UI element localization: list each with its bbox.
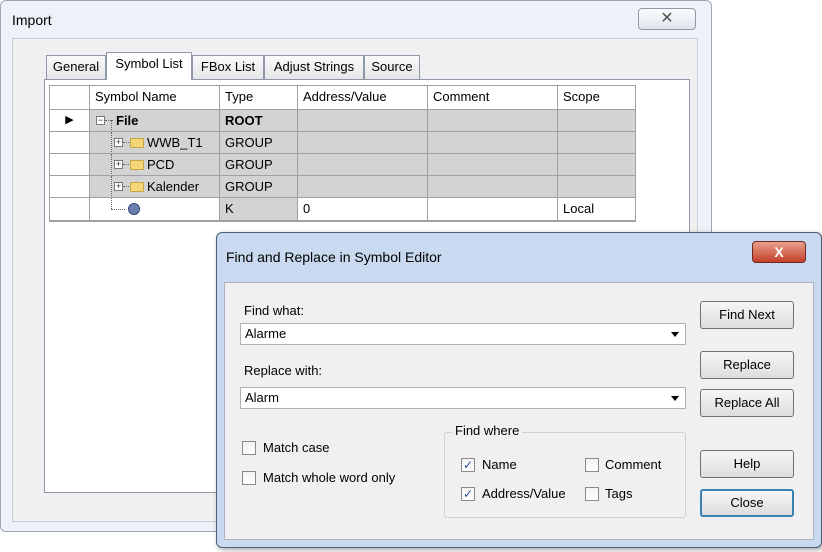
- symbol-comment[interactable]: [428, 154, 558, 176]
- address-value-checkbox[interactable]: ✓: [461, 487, 475, 501]
- symbol-scope[interactable]: [558, 110, 636, 132]
- collapse-icon[interactable]: −: [96, 116, 105, 125]
- match-whole-word-checkbox[interactable]: [242, 471, 256, 485]
- symbol-scope[interactable]: [558, 132, 636, 154]
- symbol-comment[interactable]: [428, 110, 558, 132]
- row-header: [50, 198, 90, 221]
- row-header: [50, 154, 90, 176]
- symbol-name: Kalender: [147, 179, 200, 194]
- column-header-address-value[interactable]: Address/Value: [298, 86, 428, 110]
- folder-icon: [130, 160, 144, 170]
- import-close-button[interactable]: ✕: [638, 8, 696, 30]
- dropdown-arrow-icon[interactable]: [671, 332, 679, 337]
- tags-checkbox-label[interactable]: Tags: [605, 486, 632, 501]
- symbol-name: File: [116, 113, 139, 128]
- column-header-symbol-name[interactable]: Symbol Name: [90, 86, 220, 110]
- row-header: [50, 176, 90, 198]
- find-what-combobox[interactable]: Alarme: [240, 323, 686, 345]
- symbol-comment[interactable]: [428, 132, 558, 154]
- folder-icon: [130, 138, 144, 148]
- tab-fbox-list[interactable]: FBox List: [192, 55, 264, 79]
- symbol-name: PCD: [147, 157, 175, 172]
- replace-with-value: Alarm: [245, 390, 279, 405]
- table-row[interactable]: + WWB_T1: [90, 132, 220, 154]
- symbol-type[interactable]: K: [220, 198, 298, 221]
- match-whole-word-label[interactable]: Match whole word only: [263, 470, 395, 485]
- table-row[interactable]: [90, 198, 220, 221]
- import-window-title: Import: [12, 12, 52, 28]
- constant-symbol-icon: [128, 203, 140, 215]
- find-where-group: [444, 432, 686, 518]
- comment-checkbox-label[interactable]: Comment: [605, 457, 661, 472]
- tab-symbol-list[interactable]: Symbol List: [106, 52, 192, 80]
- tab-source[interactable]: Source: [364, 55, 420, 79]
- replace-with-label: Replace with:: [244, 363, 323, 378]
- comment-checkbox[interactable]: [585, 458, 599, 472]
- column-header-type[interactable]: Type: [220, 86, 298, 110]
- table-row[interactable]: − File: [90, 110, 220, 132]
- dropdown-arrow-icon[interactable]: [671, 396, 679, 401]
- close-button[interactable]: Close: [700, 489, 794, 517]
- symbol-comment[interactable]: [428, 198, 558, 221]
- symbol-type[interactable]: ROOT: [220, 110, 298, 132]
- column-header-scope[interactable]: Scope: [558, 86, 636, 110]
- symbol-type[interactable]: GROUP: [220, 132, 298, 154]
- tab-general[interactable]: General: [46, 55, 106, 79]
- symbol-address[interactable]: [298, 154, 428, 176]
- table-row[interactable]: + PCD: [90, 154, 220, 176]
- replace-button[interactable]: Replace: [700, 351, 794, 379]
- symbol-name: WWB_T1: [147, 135, 203, 150]
- column-header-comment[interactable]: Comment: [428, 86, 558, 110]
- tab-adjust-strings[interactable]: Adjust Strings: [264, 55, 364, 79]
- symbol-scope[interactable]: Local: [558, 198, 636, 221]
- symbol-type[interactable]: GROUP: [220, 176, 298, 198]
- match-case-checkbox[interactable]: [242, 441, 256, 455]
- help-button[interactable]: Help: [700, 450, 794, 478]
- replace-with-combobox[interactable]: Alarm: [240, 387, 686, 409]
- find-what-value: Alarme: [245, 326, 287, 341]
- table-row[interactable]: + Kalender: [90, 176, 220, 198]
- name-checkbox-label[interactable]: Name: [482, 457, 517, 472]
- find-replace-close-button[interactable]: X: [752, 241, 806, 263]
- symbol-type[interactable]: GROUP: [220, 154, 298, 176]
- row-header: [50, 132, 90, 154]
- symbol-scope[interactable]: [558, 176, 636, 198]
- folder-icon: [130, 182, 144, 192]
- symbol-address[interactable]: [298, 132, 428, 154]
- grid-corner: [50, 86, 90, 110]
- name-checkbox[interactable]: ✓: [461, 458, 475, 472]
- find-replace-title: Find and Replace in Symbol Editor: [226, 249, 442, 265]
- find-where-title: Find where: [452, 423, 523, 438]
- tags-checkbox[interactable]: [585, 487, 599, 501]
- row-pointer-icon: ▶: [50, 110, 90, 132]
- symbol-address[interactable]: 0: [298, 198, 428, 221]
- expand-icon[interactable]: +: [114, 182, 123, 191]
- symbol-scope[interactable]: [558, 154, 636, 176]
- replace-all-button[interactable]: Replace All: [700, 389, 794, 417]
- find-what-label: Find what:: [244, 303, 304, 318]
- symbol-comment[interactable]: [428, 176, 558, 198]
- symbol-grid: Symbol Name Type Address/Value Comment S…: [49, 85, 636, 222]
- symbol-address[interactable]: [298, 110, 428, 132]
- find-next-button[interactable]: Find Next: [700, 301, 794, 329]
- address-value-checkbox-label[interactable]: Address/Value: [482, 486, 566, 501]
- symbol-address[interactable]: [298, 176, 428, 198]
- expand-icon[interactable]: +: [114, 160, 123, 169]
- match-case-label[interactable]: Match case: [263, 440, 329, 455]
- expand-icon[interactable]: +: [114, 138, 123, 147]
